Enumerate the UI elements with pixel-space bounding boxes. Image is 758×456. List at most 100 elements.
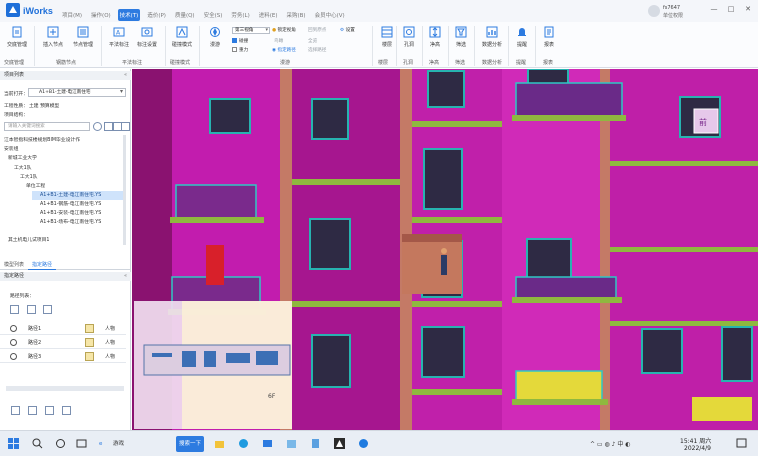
menu-cost[interactable]: 造价(P) — [145, 9, 168, 21]
clipboard-icon — [12, 26, 22, 38]
maximize-button[interactable]: □ — [727, 5, 735, 13]
project-search-input[interactable]: 请输入关键词搜索 — [4, 122, 90, 131]
taskbar-time[interactable]: 15:41 周六 — [680, 436, 711, 445]
tree-item[interactable]: 安装组 — [4, 145, 18, 154]
path-row[interactable]: 路径3 人物 — [0, 350, 126, 363]
current-project-select[interactable]: A1+B1-土建-电江南住宅 — [28, 88, 126, 97]
menu-material[interactable]: 进料(E) — [257, 9, 280, 21]
insert-node-button[interactable]: 插入节点 — [38, 26, 68, 48]
annotation-settings-icon — [141, 27, 153, 37]
reminder-button[interactable]: 提醒 — [507, 26, 537, 48]
floor-icon — [381, 26, 393, 38]
return-origin-button[interactable]: 回到原点 — [308, 27, 326, 33]
collapse-all-icon[interactable] — [121, 122, 130, 131]
minimize-button[interactable]: — — [710, 5, 718, 13]
stop-icon[interactable] — [28, 406, 37, 415]
tree-item[interactable]: 新城工业大学 — [8, 154, 37, 163]
corner-view-glyph[interactable]: 前 — [699, 117, 707, 128]
path-node-icon — [10, 339, 17, 346]
roaming-button[interactable]: 漫游 — [200, 26, 230, 48]
user-info[interactable]: fs7647 单位权限 — [648, 4, 698, 20]
filter-button[interactable]: 筛选 — [446, 26, 476, 48]
refresh-icon[interactable] — [93, 122, 102, 131]
path-row[interactable]: 路径2 人物 — [0, 336, 126, 349]
record-icon[interactable] — [45, 406, 54, 415]
play-icon[interactable] — [11, 406, 20, 415]
horizontal-scrollbar[interactable] — [6, 386, 124, 391]
tree-item[interactable]: 其土机电儿试项目1 — [8, 236, 49, 245]
task-view-icon[interactable] — [55, 438, 66, 449]
lock-view-toggle[interactable]: ● 锁定视角 — [272, 27, 296, 33]
data-analysis-button[interactable]: 数据分析 — [477, 26, 507, 48]
tree-scrollbar[interactable] — [123, 135, 126, 245]
edge-browser-icon[interactable] — [238, 438, 249, 449]
path-list-label: 路径列表： — [10, 294, 34, 299]
user-id: fs7647 — [663, 5, 681, 11]
view-mode-select[interactable]: 第三视角 — [232, 27, 270, 34]
tree-item[interactable]: 江本智指科技楼规划BIM毕业设计作 — [4, 136, 80, 145]
gravity-checkbox[interactable]: 碰撞 — [232, 38, 248, 44]
node-management-button[interactable]: 节点管理 — [68, 26, 98, 48]
menu-safety[interactable]: 安全(S) — [202, 9, 225, 21]
add-path-icon[interactable] — [10, 305, 19, 314]
taskbar-search-button[interactable]: 搜索一下 — [176, 436, 204, 452]
3d-viewport[interactable]: 前 6F — [132, 69, 758, 430]
collision-icon — [176, 26, 188, 38]
menu-labor[interactable]: 劳务(L) — [229, 9, 251, 21]
fullscreen-icon[interactable] — [62, 406, 71, 415]
tree-item[interactable]: 工大1队 — [14, 164, 31, 173]
tree-item-selected[interactable]: A1+B1-土建-电江南住宅.YS — [32, 191, 124, 200]
iworks-taskbar-icon[interactable] — [334, 438, 345, 449]
minimap-floor-label: 6F — [268, 393, 276, 400]
edit-path-icon[interactable] — [27, 305, 36, 314]
menu-operate[interactable]: 操作(O) — [89, 9, 113, 21]
tree-item[interactable]: A1+B1-场布-电江南住宅.YS — [40, 218, 101, 227]
group-label-collision: 碰撞模式 — [170, 60, 191, 66]
mail-icon[interactable] — [262, 438, 273, 449]
store-icon[interactable] — [286, 438, 297, 449]
chat-app-icon[interactable] — [358, 438, 369, 449]
taskbar-search-box[interactable]: e 游戏 — [95, 436, 170, 452]
tab-specified-path[interactable]: 指定路径 — [28, 260, 57, 270]
tray-icons[interactable]: ^ ▭ ◍ ♪ 中 ◐ — [590, 439, 631, 448]
menu-project[interactable]: 项目(M) — [60, 9, 84, 21]
tree-item[interactable]: A1+B1-安装-电江南住宅.YS — [40, 209, 101, 218]
collision-mode-button[interactable]: 碰撞模式 — [167, 26, 197, 48]
delete-path-icon[interactable] — [43, 305, 52, 314]
menu-technology[interactable]: 技术(T) — [117, 9, 141, 21]
flat-annotation-button[interactable]: A 平法标注 — [104, 26, 134, 48]
annotation-settings-button[interactable]: 标注设置 — [132, 26, 162, 48]
tab-model-list[interactable]: 模型列表 — [0, 260, 28, 270]
specified-path-toggle[interactable]: ◉ 指定路径 — [272, 47, 296, 53]
title-bar: iWorks 项目(M) 操作(O) 技术(T) 造价(P) 质量(Q) 安全(… — [0, 0, 758, 22]
collapse-icon[interactable]: « — [124, 272, 127, 281]
file-explorer-icon[interactable] — [214, 438, 225, 449]
person-icon — [85, 324, 94, 333]
bird-view-toggle[interactable]: 鸟瞰 — [274, 38, 283, 44]
collision-checkbox[interactable]: 重力 — [232, 47, 248, 53]
tree-item[interactable]: 单位工程 — [26, 182, 45, 191]
taskbar-date[interactable]: 2022/4/9 — [684, 445, 711, 452]
report-button[interactable]: 报表 — [534, 26, 564, 48]
roaming-settings-button[interactable]: ⚙ 设置 — [340, 27, 355, 33]
group-label-filter: 筛选 — [455, 60, 466, 66]
menu-member[interactable]: 会员中心(V) — [313, 9, 347, 21]
search-icon[interactable] — [32, 438, 43, 449]
menu-quality[interactable]: 质量(Q) — [173, 9, 197, 21]
collapse-icon[interactable]: « — [124, 71, 127, 80]
select-path-button[interactable]: 选择路径 — [308, 47, 326, 53]
preview-button[interactable]: 全览 — [308, 38, 317, 44]
settings-icon[interactable] — [104, 122, 113, 131]
menu-purchase[interactable]: 采购(B) — [285, 9, 308, 21]
windows-start-icon[interactable] — [8, 438, 19, 449]
notes-icon[interactable] — [310, 438, 321, 449]
tree-item[interactable]: 工大1队 — [20, 173, 37, 182]
multitask-icon[interactable] — [76, 438, 87, 449]
notification-icon[interactable] — [736, 438, 747, 449]
tree-item[interactable]: A1+B1-钢筋-电江南住宅.YS — [40, 200, 101, 209]
group-label-annotation: 平法标注 — [122, 60, 143, 66]
checkbox-off-icon — [232, 47, 237, 52]
path-row[interactable]: 路径1 人物 — [0, 322, 126, 335]
close-button[interactable]: ✕ — [744, 5, 752, 13]
disclosure-management-button[interactable]: 交底管理 — [2, 26, 32, 48]
